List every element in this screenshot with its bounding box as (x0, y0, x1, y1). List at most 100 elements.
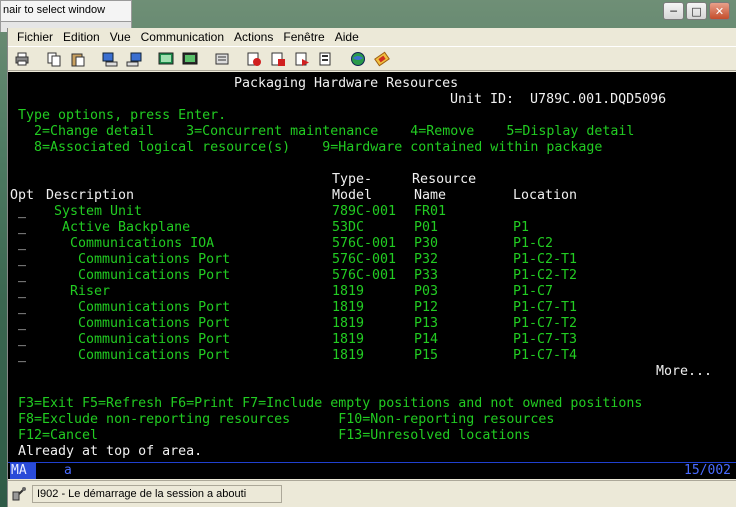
display-icon[interactable] (156, 50, 176, 68)
menu-communication[interactable]: Communication (136, 30, 229, 44)
row-description: Active Backplane (46, 220, 191, 235)
options-line-2: 8=Associated logical resource(s) 9=Hardw… (34, 140, 603, 155)
menu-actions[interactable]: Actions (229, 30, 278, 44)
row-resource-name: P33 (414, 268, 439, 283)
row-location: P1-C7-T1 (513, 300, 578, 315)
emulator-window: Fichier Edition Vue Communication Action… (7, 28, 736, 507)
status-message: I902 - Le démarrage de la session a abou… (32, 485, 282, 503)
play-icon[interactable] (292, 50, 312, 68)
column-header-opt: Opt (10, 188, 35, 203)
row-resource-name: P32 (414, 252, 439, 267)
row-location: P1 (513, 220, 530, 235)
column-header-top: Type- Resource (332, 172, 477, 187)
stop-icon[interactable] (268, 50, 288, 68)
row-resource-name: P03 (414, 284, 439, 299)
row-type-model: 576C-001 (332, 252, 397, 267)
oia-indicator: a (64, 463, 72, 478)
close-button[interactable]: ✕ (709, 2, 730, 20)
row-location: P1-C2-T2 (513, 268, 578, 283)
row-type-model: 1819 (332, 316, 365, 331)
receive-icon[interactable] (124, 50, 144, 68)
option-input[interactable]: _ (18, 204, 26, 220)
function-keys-line-1: F3=Exit F5=Refresh F6=Print F7=Include e… (18, 396, 643, 411)
row-location: P1-C7-T2 (513, 316, 578, 331)
record-icon[interactable] (244, 50, 264, 68)
globe-icon[interactable] (348, 50, 368, 68)
screen-title: Packaging Hardware Resources (234, 76, 459, 91)
row-type-model: 576C-001 (332, 236, 397, 251)
copy-icon[interactable] (44, 50, 64, 68)
column-header-location: Location (513, 188, 578, 203)
row-type-model: 1819 (332, 284, 365, 299)
option-input[interactable]: _ (18, 236, 26, 252)
row-type-model: 1819 (332, 348, 365, 363)
paste-icon[interactable] (68, 50, 88, 68)
function-keys-line-3: F12=Cancel F13=Unresolved locations (18, 428, 531, 443)
option-input[interactable]: _ (18, 300, 26, 316)
row-type-model: 1819 (332, 300, 365, 315)
menu-fichier[interactable]: Fichier (12, 30, 58, 44)
minimize-button[interactable]: ─ (663, 2, 684, 20)
terminal-screen[interactable]: Packaging Hardware Resources Unit ID: U7… (8, 72, 736, 462)
row-location: P1-C7-T3 (513, 332, 578, 347)
row-resource-name: P01 (414, 220, 439, 235)
window-controls: ─ □ ✕ (663, 2, 730, 20)
edit-icon[interactable] (372, 50, 392, 68)
maximize-icon: □ (691, 4, 702, 18)
row-resource-name: P13 (414, 316, 439, 331)
background-window-title[interactable]: nair to select window (0, 0, 132, 22)
instruction-text: Type options, press Enter. (18, 108, 227, 123)
row-description: Communications Port (46, 252, 231, 267)
option-input[interactable]: _ (18, 268, 26, 284)
maximize-button[interactable]: □ (686, 2, 707, 20)
row-location: P1-C2-T1 (513, 252, 578, 267)
column-header-model: Model (332, 188, 373, 203)
menu-vue[interactable]: Vue (105, 30, 136, 44)
macro-icon[interactable] (212, 50, 232, 68)
menu-aide[interactable]: Aide (330, 30, 364, 44)
cursor-position: 15/002 (684, 463, 731, 478)
row-type-model: 1819 (332, 332, 365, 347)
more-indicator: More... (656, 364, 713, 379)
keypad-icon[interactable] (180, 50, 200, 68)
options-line-1: 2=Change detail 3=Concurrent maintenance… (34, 124, 635, 139)
menu-fenetre[interactable]: Fenêtre (278, 30, 329, 44)
row-description: Communications Port (46, 348, 231, 363)
row-resource-name: FR01 (414, 204, 447, 219)
option-input[interactable]: _ (18, 348, 26, 364)
menu-edition[interactable]: Edition (58, 30, 105, 44)
status-bar: I902 - Le démarrage de la session a abou… (8, 480, 736, 507)
row-resource-name: P30 (414, 236, 439, 251)
row-resource-name: P14 (414, 332, 439, 347)
operator-info-area: MA a 15/002 (8, 462, 736, 479)
row-location: P1-C7 (513, 284, 554, 299)
message-line: Already at top of area. (18, 444, 203, 459)
oia-mode: MA (10, 463, 36, 479)
option-input[interactable]: _ (18, 284, 26, 300)
option-input[interactable]: _ (18, 316, 26, 332)
option-input[interactable]: _ (18, 220, 26, 236)
row-type-model: 789C-001 (332, 204, 397, 219)
row-resource-name: P12 (414, 300, 439, 315)
close-icon: ✕ (714, 4, 725, 18)
print-icon[interactable] (12, 50, 32, 68)
row-type-model: 53DC (332, 220, 365, 235)
row-description: Communications Port (46, 268, 231, 283)
minimize-icon: ─ (670, 4, 677, 18)
row-location: P1-C7-T4 (513, 348, 578, 363)
row-description: Communications IOA (46, 236, 215, 251)
column-header-description: Description (46, 188, 135, 203)
option-input[interactable]: _ (18, 252, 26, 268)
send-icon[interactable] (100, 50, 120, 68)
row-description: Riser (46, 284, 111, 299)
row-description: Communications Port (46, 332, 231, 347)
function-keys-line-2: F8=Exclude non-reporting resources F10=N… (18, 412, 555, 427)
option-input[interactable]: _ (18, 332, 26, 348)
menu-bar: Fichier Edition Vue Communication Action… (8, 28, 736, 46)
session-connected-icon (10, 485, 28, 503)
row-description: Communications Port (46, 300, 231, 315)
row-type-model: 576C-001 (332, 268, 397, 283)
unit-id: Unit ID: U789C.001.DQD5096 (450, 92, 667, 107)
macro-run-icon[interactable] (316, 50, 336, 68)
row-location: P1-C2 (513, 236, 554, 251)
